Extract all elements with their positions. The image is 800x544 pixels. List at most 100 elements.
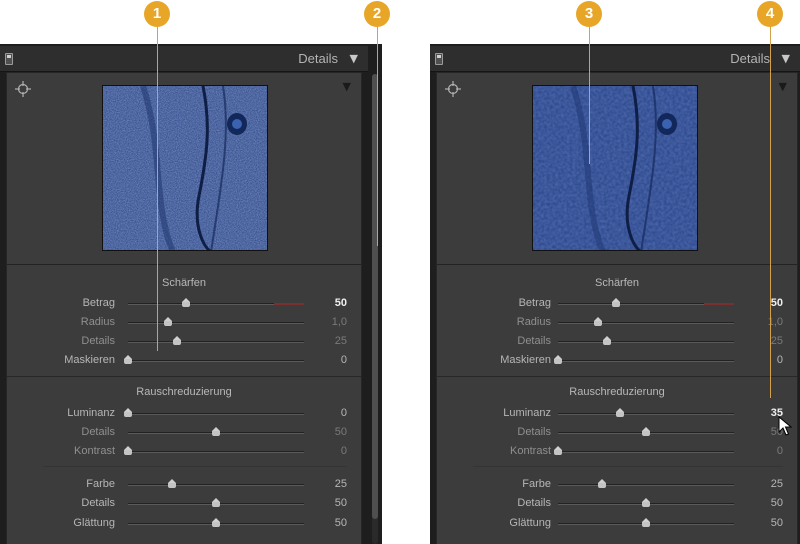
slider-label: Details — [517, 335, 551, 347]
contrast-slider[interactable] — [128, 451, 304, 453]
amount-slider[interactable] — [128, 303, 304, 305]
callout-line-1 — [157, 26, 158, 351]
luminance-slider[interactable] — [128, 413, 304, 415]
crosshair-icon[interactable] — [15, 81, 31, 97]
details-panel-left: Details ▼ ▼ Schärfen Betrag 50 Radius 1,… — [0, 44, 382, 544]
collapse-triangle-icon[interactable]: ▼ — [782, 52, 790, 66]
slider-row-luminance-details: Details 50 — [437, 423, 797, 443]
detail-preview-area: ▼ — [7, 73, 361, 265]
detail-preview-image[interactable] — [532, 85, 698, 251]
slider-row-contrast: Kontrast 0 — [437, 442, 797, 462]
slider-value[interactable]: 0 — [341, 445, 347, 457]
noise-reduction-section-title: Rauschreduzierung — [569, 386, 665, 398]
slider-label: Glättung — [73, 517, 115, 529]
subsection-divider — [43, 466, 347, 467]
callout-badge-2: 2 — [364, 1, 390, 27]
slider-label: Farbe — [86, 478, 115, 490]
slider-value[interactable]: 50 — [335, 517, 347, 529]
slider-row-masking: Maskieren 0 — [437, 351, 797, 371]
details-slider[interactable] — [128, 341, 304, 343]
section-divider — [437, 376, 797, 377]
collapse-triangle-icon[interactable]: ▼ — [350, 52, 358, 66]
radius-slider[interactable] — [128, 322, 304, 324]
slider-value[interactable]: 50 — [335, 426, 347, 438]
callout-badge-3: 3 — [576, 1, 602, 27]
slider-row-luminance-details: Details 50 — [7, 423, 361, 443]
slider-value[interactable]: 50 — [771, 497, 783, 509]
panel-content: ▼ Schärfen Betrag 50 Radius 1,0 Details … — [436, 72, 798, 544]
slider-label: Betrag — [518, 297, 551, 309]
slider-label: Betrag — [82, 297, 115, 309]
slider-row-radius: Radius 1,0 — [7, 313, 361, 333]
slider-value[interactable]: 50 — [335, 497, 347, 509]
contrast-slider[interactable] — [558, 451, 734, 453]
slider-row-color-details: Details 50 — [437, 494, 797, 514]
detail-preview-image[interactable] — [102, 85, 268, 251]
slider-label: Glättung — [509, 517, 551, 529]
slider-label: Luminanz — [503, 407, 551, 419]
sharpening-section-title: Schärfen — [594, 277, 640, 289]
details-slider[interactable] — [558, 341, 734, 343]
callout-badge-1: 1 — [144, 1, 170, 27]
slider-value[interactable]: 25 — [335, 335, 347, 347]
preview-menu-triangle-icon[interactable]: ▼ — [343, 81, 351, 93]
slider-label: Luminanz — [67, 407, 115, 419]
panel-title: Details — [298, 51, 338, 66]
slider-row-smoothness: Glättung 50 — [7, 514, 361, 534]
slider-label: Details — [81, 426, 115, 438]
slider-label: Details — [81, 497, 115, 509]
slider-row-amount: Betrag 50 — [7, 294, 361, 314]
slider-value[interactable]: 25 — [771, 335, 783, 347]
slider-row-smoothness: Glättung 50 — [437, 514, 797, 534]
slider-row-masking: Maskieren 0 — [7, 351, 361, 371]
mouse-cursor-icon — [778, 416, 792, 436]
radius-slider[interactable] — [558, 322, 734, 324]
callout-line-3 — [589, 26, 590, 164]
detail-preview-area: ▼ — [437, 73, 797, 265]
slider-label: Maskieren — [500, 354, 551, 366]
slider-value[interactable]: 25 — [771, 478, 783, 490]
slider-label: Radius — [80, 316, 115, 328]
callout-badge-4: 4 — [757, 1, 783, 27]
slider-label: Details — [517, 497, 551, 509]
preview-menu-triangle-icon[interactable]: ▼ — [779, 81, 787, 93]
color-slider[interactable] — [558, 484, 734, 486]
slider-row-amount: Betrag 50 — [437, 294, 797, 314]
panel-switch-icon[interactable] — [5, 53, 13, 65]
slider-row-luminance: Luminanz 0 — [7, 404, 361, 424]
slider-value[interactable]: 25 — [335, 478, 347, 490]
slider-label: Details — [517, 426, 551, 438]
slider-row-details: Details 25 — [437, 332, 797, 352]
slider-row-details: Details 25 — [7, 332, 361, 352]
slider-value[interactable]: 0 — [777, 445, 783, 457]
slider-value[interactable]: 0 — [341, 354, 347, 366]
slider-value[interactable]: 1,0 — [332, 316, 347, 328]
slider-row-luminance: Luminanz 35 — [437, 404, 797, 424]
slider-label: Details — [81, 335, 115, 347]
slider-value[interactable]: 50 — [771, 517, 783, 529]
panel-header[interactable]: Details ▼ — [0, 46, 368, 72]
amount-slider[interactable] — [558, 303, 734, 305]
slider-row-color: Farbe 25 — [437, 475, 797, 495]
slider-row-contrast: Kontrast 0 — [7, 442, 361, 462]
slider-row-color: Farbe 25 — [7, 475, 361, 495]
details-panel-right: Details ▼ ▼ Schärfen Betrag 50 Radius 1,… — [430, 44, 800, 544]
slider-row-color-details: Details 50 — [7, 494, 361, 514]
noise-reduction-section-title: Rauschreduzierung — [136, 386, 232, 398]
panel-header[interactable]: Details ▼ — [430, 46, 800, 72]
slider-label: Maskieren — [64, 354, 115, 366]
color-slider[interactable] — [128, 484, 304, 486]
slider-label: Farbe — [522, 478, 551, 490]
luminance-slider[interactable] — [558, 413, 734, 415]
panel-switch-icon[interactable] — [435, 53, 443, 65]
slider-row-radius: Radius 1,0 — [437, 313, 797, 333]
callout-line-4 — [770, 26, 771, 398]
slider-value[interactable]: 0 — [777, 354, 783, 366]
slider-label: Kontrast — [74, 445, 115, 457]
slider-value[interactable]: 50 — [335, 297, 347, 309]
slider-value[interactable]: 0 — [341, 407, 347, 419]
crosshair-icon[interactable] — [445, 81, 461, 97]
masking-slider[interactable] — [558, 360, 734, 362]
masking-slider[interactable] — [128, 360, 304, 362]
slider-value[interactable]: 50 — [771, 297, 783, 309]
